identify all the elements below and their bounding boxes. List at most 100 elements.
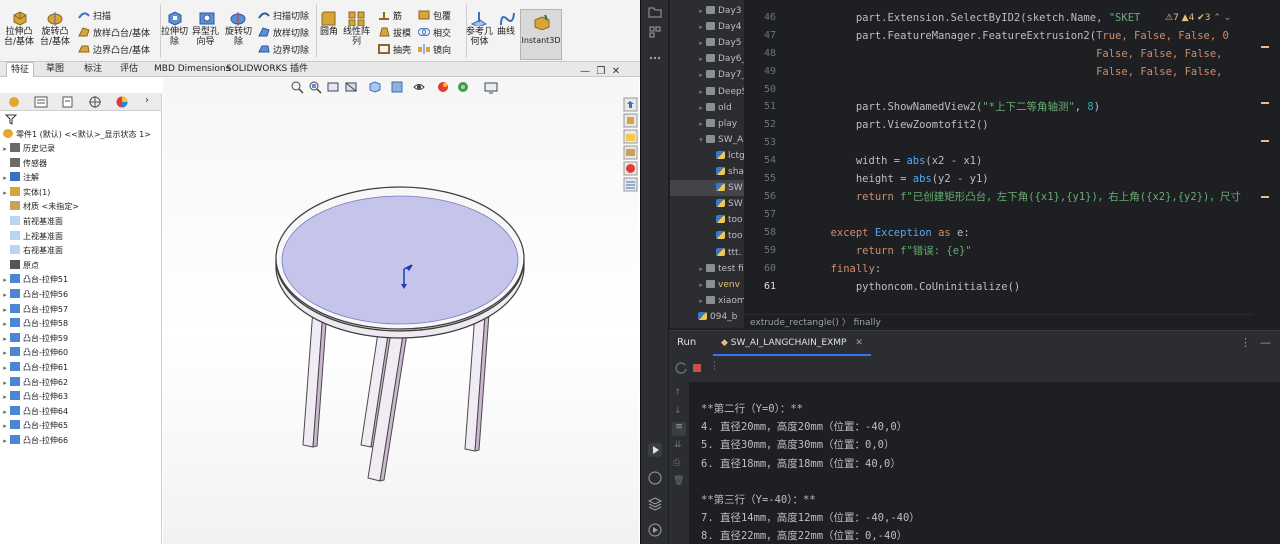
wrap-button[interactable]: 包覆	[418, 10, 451, 23]
extrude-boss-button[interactable]: 拉伸凸 台/基体	[4, 27, 34, 47]
project-tree-item[interactable]: 094_b	[688, 309, 737, 325]
tree-item[interactable]: ▸ 凸台-拉伸59	[0, 332, 68, 347]
revolve-boss-button[interactable]: 旋转凸 台/基体	[40, 27, 70, 47]
tree-item[interactable]: 原点	[0, 259, 39, 274]
section-view-icon[interactable]	[344, 80, 358, 94]
display-manager-tab-icon[interactable]	[113, 95, 132, 109]
tab-evaluate[interactable]: 评估	[116, 62, 142, 77]
tree-arrow-icon[interactable]: ▸	[696, 67, 706, 83]
scroll-to-end-icon[interactable]: ⇊	[674, 440, 682, 450]
project-tree-item[interactable]: ttt.	[706, 245, 741, 261]
configuration-manager-tab-icon[interactable]	[59, 95, 78, 109]
project-tree-item[interactable]: SW	[706, 196, 743, 212]
tree-arrow-icon[interactable]: ▸	[696, 277, 706, 293]
more-tool-windows-icon[interactable]	[647, 50, 663, 66]
shell-button[interactable]: 抽壳	[378, 44, 411, 57]
project-tree-item[interactable]: ▸ Day7_	[696, 67, 744, 83]
sweep-cut-button[interactable]: 扫描切除	[258, 10, 309, 23]
run-panel-hide-icon[interactable]: —	[1260, 336, 1271, 349]
loft-cut-button[interactable]: 放样切除	[258, 27, 309, 40]
filter-icon[interactable]	[5, 113, 17, 125]
intersect-button[interactable]: 相交	[418, 27, 451, 40]
project-tree-item[interactable]: ▸ Day3	[696, 3, 742, 19]
project-tree-item[interactable]: ▾ SW_AI	[696, 132, 744, 148]
print-icon[interactable]: ⎙	[673, 458, 680, 468]
rerun-icon[interactable]	[675, 362, 687, 374]
tree-arrow-icon[interactable]: ▸	[696, 261, 706, 277]
python-console-icon[interactable]	[647, 470, 663, 486]
tree-item[interactable]: ▸ 凸台-拉伸57	[0, 303, 68, 318]
structure-icon[interactable]	[647, 24, 663, 40]
tree-item[interactable]: 前视基准面	[0, 215, 63, 230]
draft-button[interactable]: 拔模	[378, 27, 411, 40]
rib-button[interactable]: 筋	[378, 10, 402, 23]
previous-view-icon[interactable]	[326, 80, 340, 94]
dimxpert-manager-tab-icon[interactable]	[86, 95, 105, 109]
tree-arrow-icon[interactable]: ▸	[696, 19, 706, 35]
tree-item[interactable]: ▸ 凸台-拉伸63	[0, 390, 68, 405]
tree-item[interactable]: ▸ 凸台-拉伸66	[0, 434, 68, 449]
tree-arrow-icon[interactable]: ▸	[696, 51, 706, 67]
edit-appearance-icon[interactable]	[436, 80, 450, 94]
apply-scene-icon[interactable]	[456, 80, 470, 94]
boundary-cut-button[interactable]: 边界切除	[258, 44, 309, 57]
run-more-icon[interactable]: ⋮	[709, 359, 720, 372]
expand-arrow-icon[interactable]: ▸	[0, 346, 10, 360]
tree-item[interactable]: ▸ 凸台-拉伸51	[0, 273, 68, 288]
reference-geometry-button[interactable]: 参考几 何体	[466, 27, 493, 47]
tree-arrow-icon[interactable]: ▸	[696, 84, 706, 100]
tree-item[interactable]: 材质 <未指定>	[0, 200, 79, 215]
curves-button[interactable]: 曲线	[497, 27, 515, 37]
tree-item[interactable]: ▸ 凸台-拉伸62	[0, 376, 68, 391]
expand-arrow-icon[interactable]: ▸	[0, 288, 10, 302]
zoom-to-fit-icon[interactable]	[290, 80, 304, 94]
run-tab-label[interactable]: Run	[677, 337, 696, 348]
expand-arrow-icon[interactable]: ▸	[0, 186, 10, 200]
scroll-up-icon[interactable]: ↑	[674, 388, 682, 398]
display-style-icon[interactable]	[390, 80, 404, 94]
tree-arrow-icon[interactable]: ▸	[696, 293, 706, 309]
tree-expand-icon[interactable]: ›	[145, 95, 149, 106]
tree-item[interactable]: ▸ 凸台-拉伸60	[0, 346, 68, 361]
expand-arrow-icon[interactable]: ▸	[0, 273, 10, 287]
revolve-cut-button[interactable]: 旋转切 除	[225, 27, 252, 47]
expand-arrow-icon[interactable]: ▸	[0, 390, 10, 404]
restore-icon[interactable]: ❐	[596, 66, 605, 77]
project-tree-item[interactable]: ▸ venv	[696, 277, 740, 293]
run-config-tab[interactable]: ◆ SW_AI_LANGCHAIN_EXMP ✕	[713, 331, 871, 356]
project-tree-item[interactable]: SW	[670, 180, 744, 197]
tree-arrow-icon[interactable]: ▸	[696, 100, 706, 116]
project-tree-item[interactable]: too	[706, 212, 743, 228]
expand-arrow-icon[interactable]: ▸	[0, 361, 10, 375]
mirror-button[interactable]: 镜向	[418, 44, 451, 57]
inspection-widget[interactable]: ⚠7 ▲4 ✔3 ⌃ ⌄	[1161, 12, 1236, 24]
tree-arrow-icon[interactable]: ▸	[696, 35, 706, 51]
project-tree-item[interactable]: ▸ play	[696, 116, 737, 132]
project-tree-item[interactable]: ▸ xiaomi	[696, 293, 744, 309]
expand-arrow-icon[interactable]: ▸	[0, 376, 10, 390]
code-editor[interactable]: part.Extension.SelectByID2(sketch.Name, …	[780, 0, 1253, 314]
tree-item[interactable]: ▸ 实体(1)	[0, 186, 50, 201]
project-tree-item[interactable]: ▸ Day4	[696, 19, 742, 35]
breadcrumb[interactable]: extrude_rectangle() 〉 finally	[744, 314, 1253, 330]
table-model[interactable]	[163, 77, 639, 544]
tab-solidworks-addins[interactable]: SOLIDWORKS 插件	[222, 62, 312, 77]
project-icon[interactable]	[647, 4, 663, 20]
tree-arrow-icon[interactable]: ▸	[696, 116, 706, 132]
instant3d-button[interactable]: Instant3D	[520, 9, 562, 60]
run-tool-icon[interactable]	[647, 442, 663, 458]
graphics-area[interactable]	[163, 77, 639, 544]
expand-arrow-icon[interactable]: ▸	[0, 434, 10, 448]
tree-item[interactable]: ▸ 凸台-拉伸64	[0, 405, 68, 420]
expand-arrow-icon[interactable]: ▸	[0, 142, 10, 156]
expand-arrow-icon[interactable]: ▸	[0, 303, 10, 317]
expand-arrow-icon[interactable]: ▸	[0, 419, 10, 433]
expand-arrow-icon[interactable]: ▸	[0, 317, 10, 331]
tree-item[interactable]: 上视基准面	[0, 230, 63, 245]
zoom-to-area-icon[interactable]	[308, 80, 322, 94]
project-tree-item[interactable]: ▸ old	[696, 100, 732, 116]
view-settings-icon[interactable]	[484, 80, 498, 94]
view-orientation-icon[interactable]	[368, 80, 382, 94]
extrude-cut-button[interactable]: 拉伸切 除	[161, 27, 188, 47]
tree-item[interactable]: ▸ 凸台-拉伸58	[0, 317, 68, 332]
